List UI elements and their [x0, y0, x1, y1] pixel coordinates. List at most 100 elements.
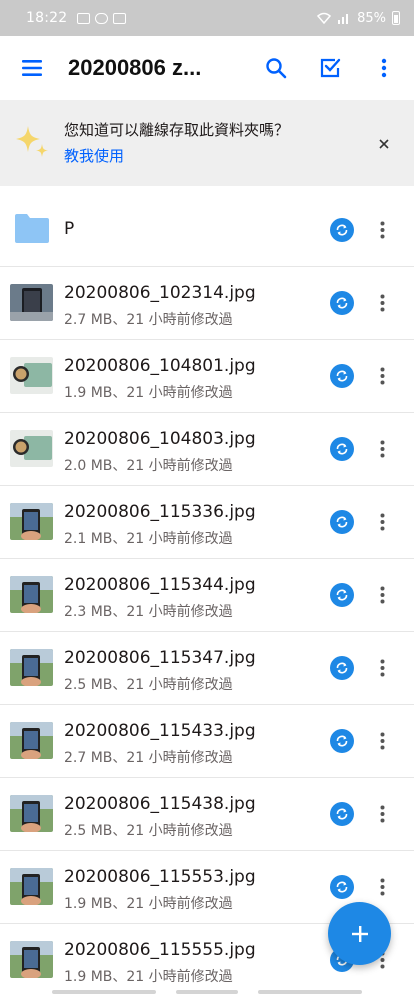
message-notification-icon: [113, 12, 127, 24]
file-more-button[interactable]: [370, 508, 394, 536]
file-name: 20200806_115438.jpg: [64, 794, 256, 814]
select-checkbox-icon: [320, 58, 341, 78]
banner-question: 您知道可以離線存取此資料夾嗎？: [64, 121, 290, 139]
menu-icon: [22, 60, 42, 76]
file-meta: 1.9 MB、21 小時前修改過: [64, 969, 233, 985]
file-name: 20200806_102314.jpg: [64, 283, 256, 303]
overflow-menu-button[interactable]: [360, 44, 408, 92]
file-name: 20200806_115555.jpg: [64, 940, 256, 960]
file-more-button[interactable]: [370, 727, 394, 755]
file-thumbnail: [10, 430, 53, 467]
more-vert-icon: [380, 440, 384, 458]
file-more-button[interactable]: [370, 581, 394, 609]
gallery-notification-icon: [77, 12, 91, 24]
file-row[interactable]: 20200806_115438.jpg 2.5 MB、21 小時前修改過: [0, 778, 414, 851]
file-name: 20200806_115347.jpg: [64, 648, 256, 668]
nav-hint-right: [258, 990, 362, 994]
status-bar: 18:22 85%: [0, 0, 414, 36]
file-row[interactable]: 20200806_104801.jpg 1.9 MB、21 小時前修改過: [0, 340, 414, 413]
sync-status-icon: [330, 364, 354, 388]
banner-text: 您知道可以離線存取此資料夾嗎？ 教我使用: [64, 120, 289, 166]
file-meta: 1.9 MB、21 小時前修改過: [64, 896, 233, 912]
file-thumbnail: [10, 649, 53, 686]
system-indicators: 85%: [317, 11, 400, 26]
file-meta: 2.5 MB、21 小時前修改過: [64, 677, 233, 693]
file-more-button[interactable]: [370, 435, 394, 463]
signal-icon: [338, 14, 349, 24]
sparkle-icon: [16, 126, 48, 157]
app-bar: 20200806 z...: [0, 36, 414, 100]
file-more-button[interactable]: [370, 289, 394, 317]
sync-status-icon: [330, 875, 354, 899]
sync-status-icon: [330, 656, 354, 680]
sync-status-icon: [330, 583, 354, 607]
file-thumbnail: [10, 868, 53, 905]
file-name: 20200806_115433.jpg: [64, 721, 256, 741]
app-bar-actions: [252, 44, 408, 92]
file-more-button[interactable]: [370, 654, 394, 682]
sync-status-icon: [330, 802, 354, 826]
notification-icons: [77, 12, 127, 24]
nav-hint-left: [52, 990, 156, 994]
file-row[interactable]: 20200806_115344.jpg 2.3 MB、21 小時前修改過: [0, 559, 414, 632]
more-vert-icon: [380, 586, 384, 604]
file-row[interactable]: 20200806_104803.jpg 2.0 MB、21 小時前修改過: [0, 413, 414, 486]
more-vert-icon: [380, 878, 384, 896]
file-meta: 2.7 MB、21 小時前修改過: [64, 750, 233, 766]
file-name: 20200806_104803.jpg: [64, 429, 256, 449]
more-vert-icon: [380, 732, 384, 750]
file-meta: 2.7 MB、21 小時前修改過: [64, 312, 233, 328]
select-button[interactable]: [306, 44, 354, 92]
more-vert-icon: [380, 294, 384, 312]
plus-icon: [351, 925, 368, 942]
menu-button[interactable]: [8, 44, 56, 92]
sync-status-icon: [330, 218, 354, 242]
folder-icon: [15, 214, 49, 243]
file-thumbnail: [10, 722, 53, 759]
more-vert-icon: [380, 367, 384, 385]
offline-tip-banner: 您知道可以離線存取此資料夾嗎？ 教我使用: [0, 100, 414, 186]
sync-status-icon: [330, 437, 354, 461]
close-icon[interactable]: [372, 132, 396, 156]
file-more-button[interactable]: [370, 362, 394, 390]
file-thumbnail: [10, 284, 53, 321]
app-notification-icon: [95, 12, 109, 24]
file-name: 20200806_115336.jpg: [64, 502, 256, 522]
battery-icon: [392, 11, 400, 25]
banner-learn-link[interactable]: 教我使用: [64, 146, 289, 166]
file-meta: 1.9 MB、21 小時前修改過: [64, 385, 233, 401]
file-meta: 2.5 MB、21 小時前修改過: [64, 823, 233, 839]
file-row[interactable]: 20200806_115347.jpg 2.5 MB、21 小時前修改過: [0, 632, 414, 705]
file-meta: 2.3 MB、21 小時前修改過: [64, 604, 233, 620]
battery-percent: 85%: [357, 10, 386, 26]
file-name: 20200806_104801.jpg: [64, 356, 256, 376]
file-row[interactable]: 20200806_115433.jpg 2.7 MB、21 小時前修改過: [0, 705, 414, 778]
file-name: 20200806_115344.jpg: [64, 575, 256, 595]
file-list: P 20200806_102314.jpg 2.7 MB、21 小時前修改過 202…: [0, 186, 414, 997]
file-thumbnail: [10, 357, 53, 394]
sync-status-icon: [330, 291, 354, 315]
add-fab-button[interactable]: [328, 902, 391, 965]
file-thumbnail: [10, 941, 53, 978]
page-title: 20200806 z...: [68, 55, 202, 80]
gesture-nav-bar: [0, 984, 414, 1004]
more-vert-icon: [380, 513, 384, 531]
file-meta: 2.0 MB、21 小時前修改過: [64, 458, 233, 474]
file-meta: 2.1 MB、21 小時前修改過: [64, 531, 233, 547]
search-icon: [266, 58, 287, 79]
file-row[interactable]: 20200806_102314.jpg 2.7 MB、21 小時前修改過: [0, 267, 414, 340]
more-vert-icon: [381, 58, 387, 78]
file-thumbnail: [10, 503, 53, 540]
file-name: 20200806_115553.jpg: [64, 867, 256, 887]
more-vert-icon: [380, 221, 384, 239]
folder-name: P: [64, 219, 75, 239]
folder-more-button[interactable]: [370, 216, 394, 244]
nav-hint-center[interactable]: [176, 990, 238, 994]
file-more-button[interactable]: [370, 873, 394, 901]
folder-row[interactable]: P: [0, 186, 414, 267]
wifi-icon: [317, 12, 332, 24]
file-more-button[interactable]: [370, 800, 394, 828]
file-row[interactable]: 20200806_115336.jpg 2.1 MB、21 小時前修改過: [0, 486, 414, 559]
status-time: 18:22: [26, 10, 68, 26]
search-button[interactable]: [252, 44, 300, 92]
